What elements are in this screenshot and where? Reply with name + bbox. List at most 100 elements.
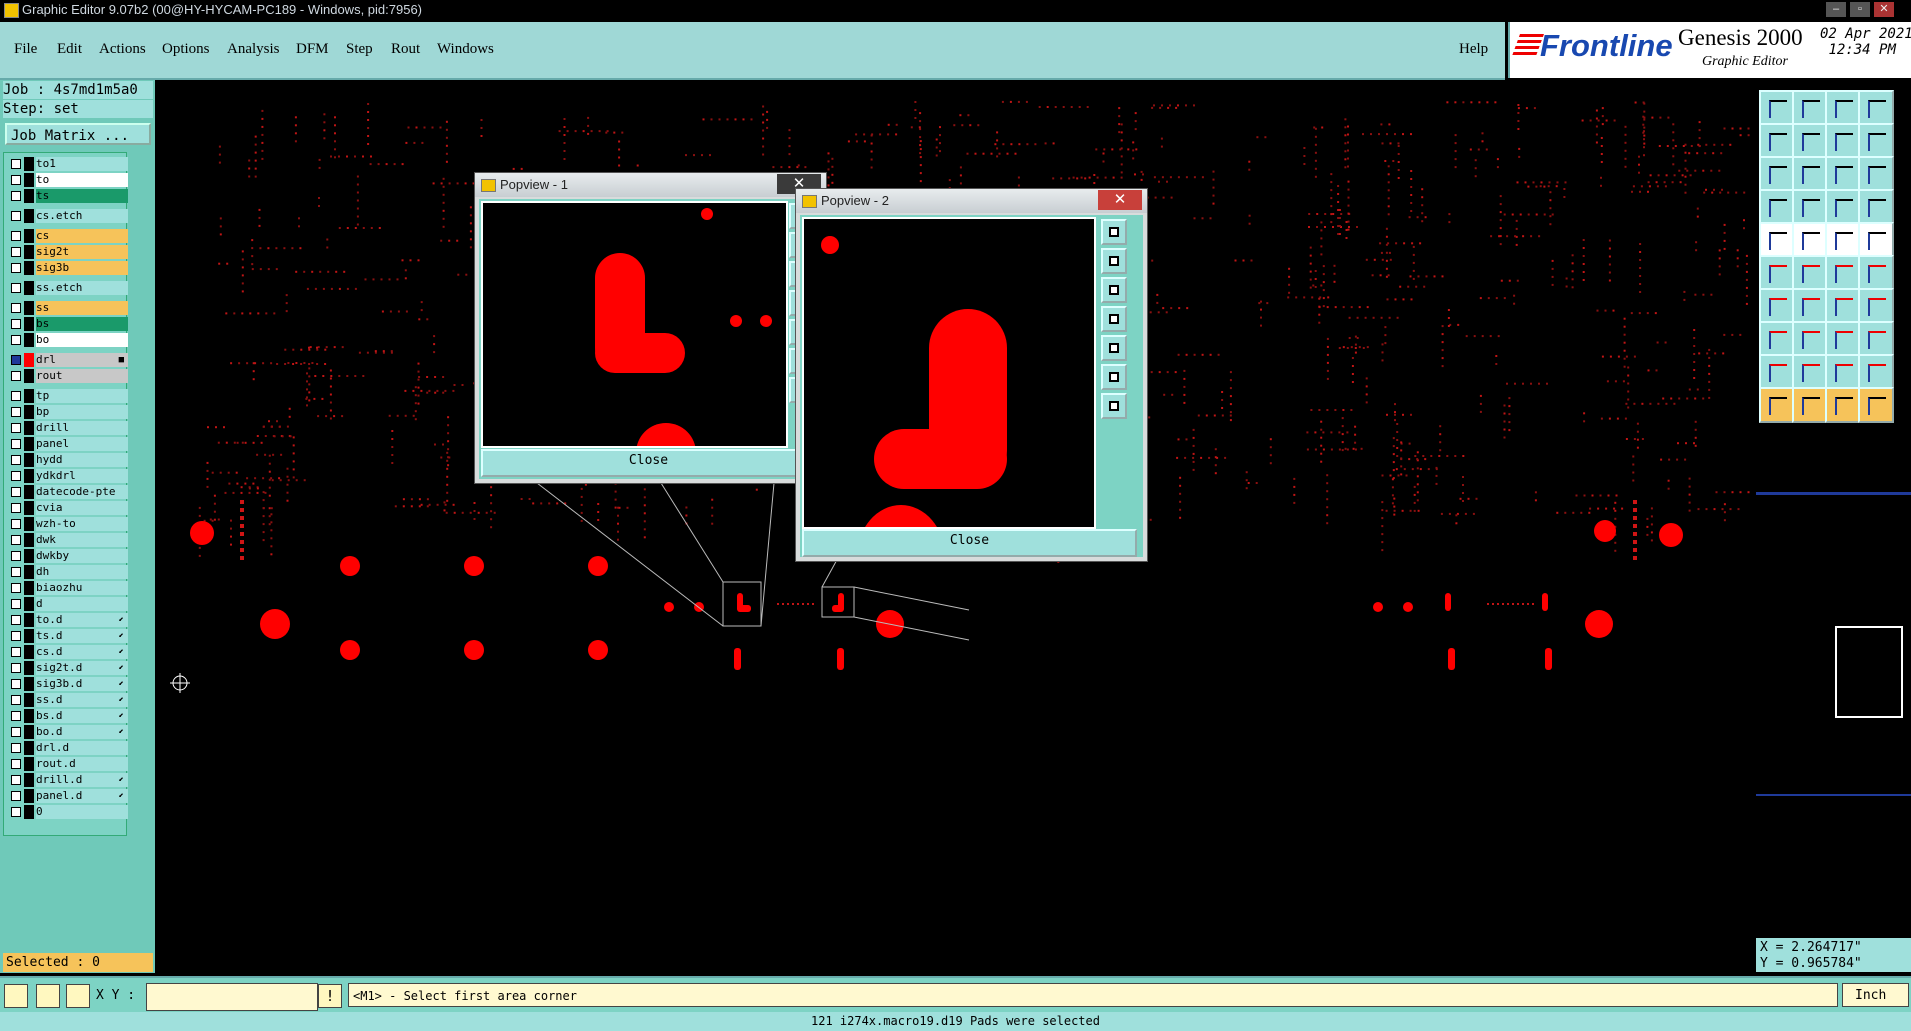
layer-row-tp[interactable]: tp (8, 389, 128, 403)
layer-checkbox[interactable] (11, 535, 21, 545)
close-window-icon[interactable]: ✕ (1874, 2, 1894, 17)
home-tool-icon[interactable] (1825, 90, 1861, 126)
layer-checkbox[interactable] (11, 231, 21, 241)
menu-step[interactable]: Step (346, 41, 373, 58)
layer-row-bo[interactable]: bo (8, 333, 128, 347)
layer-checkbox[interactable] (11, 283, 21, 293)
layer-checkbox[interactable] (11, 807, 21, 817)
layer-checkbox[interactable] (11, 371, 21, 381)
layer-row-cvia[interactable]: cvia (8, 501, 128, 515)
layer-row-rout.d[interactable]: rout.d (8, 757, 128, 771)
layer-checkbox[interactable] (11, 455, 21, 465)
layer-row-ts[interactable]: ts (8, 189, 128, 203)
layer-row-sig2t.d[interactable]: sig2t.d ⬋ (8, 661, 128, 675)
layer-checkbox[interactable] (11, 439, 21, 449)
layer-row-rout[interactable]: rout (8, 369, 128, 383)
zoom-out-icon[interactable] (1101, 393, 1127, 419)
layer-row-dh[interactable]: dh (8, 565, 128, 579)
ruler-tool-icon[interactable] (1825, 222, 1861, 258)
pan-left-icon[interactable] (1101, 306, 1127, 332)
layer-checkbox[interactable] (11, 191, 21, 201)
layer-row-sig3b.d[interactable]: sig3b.d ⬋ (8, 677, 128, 691)
delta-tool-icon[interactable] (1792, 354, 1828, 390)
xy-input[interactable] (146, 983, 318, 1011)
layer-checkbox[interactable] (11, 759, 21, 769)
minimize-icon[interactable]: ‒ (1826, 2, 1846, 17)
unit-selector[interactable]: Inch (1842, 983, 1909, 1007)
help-tool-icon[interactable] (1858, 156, 1894, 192)
move-tool-icon[interactable] (1792, 387, 1828, 423)
slope-tool-icon[interactable] (1792, 288, 1828, 324)
layer-row-ydkdrl[interactable]: ydkdrl (8, 469, 128, 483)
highlight-tool-icon[interactable] (1858, 387, 1894, 423)
layer-row-panel.d[interactable]: panel.d ⬋ (8, 789, 128, 803)
layer-checkbox[interactable] (11, 551, 21, 561)
pan-down-icon[interactable] (1101, 277, 1127, 303)
layer-row-drill.d[interactable]: drill.d ⬋ (8, 773, 128, 787)
layer-checkbox[interactable] (11, 599, 21, 609)
menu-dfm[interactable]: DFM (296, 41, 329, 58)
angle-tool-icon[interactable] (1759, 288, 1795, 324)
layer-checkbox[interactable] (11, 791, 21, 801)
layer-row-ss[interactable]: ss (8, 301, 128, 315)
layer-row-hydd[interactable]: hydd (8, 453, 128, 467)
text-tool-icon[interactable] (1858, 288, 1894, 324)
measure-tool-icon[interactable] (36, 984, 60, 1008)
layer-checkbox[interactable] (11, 695, 21, 705)
snap-tool-icon[interactable] (4, 984, 28, 1008)
zoom-ratio-tool-icon[interactable] (1825, 156, 1861, 192)
popview-1-close-button[interactable]: Close (481, 449, 816, 477)
layer-checkbox[interactable] (11, 247, 21, 257)
layer-row-drl.d[interactable]: drl.d (8, 741, 128, 755)
layer-row-panel[interactable]: panel (8, 437, 128, 451)
layer-checkbox[interactable] (11, 519, 21, 529)
layer-row-to[interactable]: to (8, 173, 128, 187)
layer-checkbox[interactable] (11, 567, 21, 577)
zoom-2-1-tool-icon[interactable] (1858, 123, 1894, 159)
layer-row-bo.d[interactable]: bo.d ⬋ (8, 725, 128, 739)
popview-2-close-icon[interactable]: ✕ (1098, 190, 1142, 210)
layer-checkbox[interactable] (11, 487, 21, 497)
menu-help[interactable]: Help (1459, 41, 1488, 58)
popview-2-close-button[interactable]: Close (802, 529, 1137, 557)
layer-row-wzh-to[interactable]: wzh-to (8, 517, 128, 531)
restore-icon[interactable]: ▫ (1850, 2, 1870, 17)
stretch-tool-icon[interactable] (1825, 321, 1861, 357)
zoom-1-1-tool-icon[interactable] (1825, 123, 1861, 159)
layer-checkbox[interactable] (11, 423, 21, 433)
layer-row-biaozhu[interactable]: biaozhu (8, 581, 128, 595)
center-tool-icon[interactable] (1792, 156, 1828, 192)
layer-checkbox[interactable] (11, 503, 21, 513)
menu-edit[interactable]: Edit (57, 41, 82, 58)
layer-row-to1[interactable]: to1 (8, 157, 128, 171)
layer-row-d[interactable]: d (8, 597, 128, 611)
link-tool-icon[interactable] (1825, 255, 1861, 291)
layer-row-0[interactable]: 0 (8, 805, 128, 819)
layer-checkbox[interactable] (11, 775, 21, 785)
layer-row-dwk[interactable]: dwk (8, 533, 128, 547)
edge-tool-icon[interactable] (1759, 321, 1795, 357)
layer-row-bs.d[interactable]: bs.d ⬋ (8, 709, 128, 723)
layer-checkbox[interactable] (11, 727, 21, 737)
layer-row-bs[interactable]: bs (8, 317, 128, 331)
select-tool-icon[interactable] (1759, 387, 1795, 423)
cross-tool-icon[interactable] (1792, 255, 1828, 291)
layer-row-bp[interactable]: bp (8, 405, 128, 419)
line-mode-tool-icon[interactable] (1825, 189, 1861, 225)
zoom-home-icon[interactable] (1101, 219, 1127, 245)
layer-row-drl[interactable]: drl ■ (8, 353, 128, 367)
layer-row-to.d[interactable]: to.d ⬋ (8, 613, 128, 627)
layer-row-dwkby[interactable]: dwkby (8, 549, 128, 563)
pan-right-icon[interactable] (1101, 335, 1127, 361)
measure-tool-icon[interactable] (1792, 222, 1828, 258)
layer-checkbox[interactable] (11, 583, 21, 593)
overview-map[interactable] (1756, 580, 1911, 740)
job-matrix-button[interactable]: Job Matrix ... (5, 123, 151, 145)
layer-row-cs[interactable]: cs (8, 229, 128, 243)
layer-checkbox[interactable] (11, 263, 21, 273)
layer-row-ss.etch[interactable]: ss.etch (8, 281, 128, 295)
layer-checkbox[interactable] (11, 319, 21, 329)
menu-options[interactable]: Options (162, 41, 210, 58)
layer-checkbox[interactable] (11, 711, 21, 721)
triangle-tool-icon[interactable] (1759, 354, 1795, 390)
